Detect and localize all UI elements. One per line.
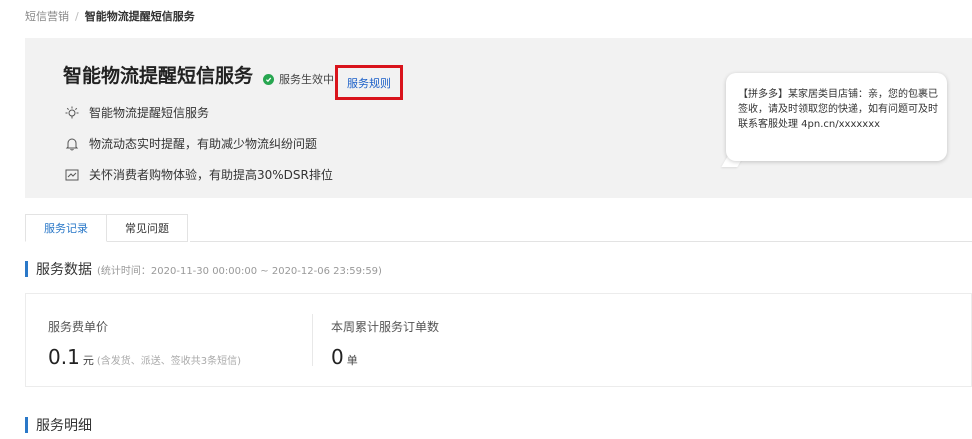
feature-item: 物流动态实时提醒，有助减少物流纠纷问题 <box>65 135 317 152</box>
service-stats-card: 服务费单价 0.1 元 (含发货、派送、签收共3条短信) 本周累计服务订单数 0… <box>25 293 972 387</box>
section-title: 服务明细 <box>36 418 92 434</box>
section-title: 服务数据 <box>36 262 92 278</box>
status-text: 服务生效中 <box>279 73 334 86</box>
breadcrumb-parent[interactable]: 短信营销 <box>25 8 69 24</box>
service-detail-header: 服务明细 <box>25 415 92 435</box>
chart-icon <box>65 169 79 180</box>
metric-value: 0 <box>331 345 344 369</box>
metric-unit: 单 <box>346 354 358 367</box>
section-accent-bar <box>25 261 28 277</box>
sms-preview-text: 【拼多多】某家居类目店铺：亲，您的包裹已签收，请及时领取您的快递，如有问题可及时… <box>738 89 938 130</box>
feature-text: 关怀消费者购物体验，有助提高30%DSR排位 <box>89 168 333 182</box>
breadcrumb-separator: / <box>75 9 79 23</box>
metric-unit: 元 <box>82 354 94 367</box>
tab-service-records[interactable]: 服务记录 <box>25 214 107 242</box>
metric-value: 0.1 <box>48 345 80 369</box>
bell-icon <box>65 138 79 150</box>
sms-preview-bubble: 【拼多多】某家居类目店铺：亲，您的包裹已签收，请及时领取您的快递，如有问题可及时… <box>726 73 947 161</box>
page-title: 智能物流提醒短信服务 <box>63 65 254 87</box>
breadcrumb-current: 智能物流提醒短信服务 <box>84 10 195 23</box>
tab-faq[interactable]: 常见问题 <box>107 214 188 242</box>
service-data-header: 服务数据 (统计时间：2020-11-30 00:00:00 ~ 2020-12… <box>25 259 382 279</box>
feature-item: 关怀消费者购物体验，有助提高30%DSR排位 <box>65 166 333 183</box>
feature-text: 物流动态实时提醒，有助减少物流纠纷问题 <box>89 137 318 151</box>
status-badge: 服务生效中 <box>263 71 334 87</box>
feature-item: 智能物流提醒短信服务 <box>65 104 209 121</box>
weekly-orders-metric: 本周累计服务订单数 0 单 <box>331 318 439 369</box>
check-circle-icon <box>263 73 274 85</box>
section-accent-bar <box>25 417 28 433</box>
unit-price-metric: 服务费单价 0.1 元 (含发货、派送、签收共3条短信) <box>48 318 241 369</box>
metric-note: (含发货、派送、签收共3条短信) <box>96 356 241 367</box>
service-rules-link[interactable]: 服务规则 <box>335 65 403 100</box>
tab-divider <box>190 241 972 242</box>
feature-text: 智能物流提醒短信服务 <box>89 106 210 120</box>
breadcrumb: 短信营销 / 智能物流提醒短信服务 <box>25 8 195 24</box>
service-rules-label: 服务规则 <box>347 76 391 90</box>
metric-label: 本周累计服务订单数 <box>331 320 440 334</box>
stats-period-note: (统计时间：2020-11-30 00:00:00 ~ 2020-12-06 2… <box>97 265 382 277</box>
tab-bar: 服务记录 常见问题 <box>25 214 188 242</box>
lightbulb-icon <box>65 106 79 118</box>
metric-label: 服务费单价 <box>48 320 109 334</box>
metric-divider <box>312 314 313 366</box>
